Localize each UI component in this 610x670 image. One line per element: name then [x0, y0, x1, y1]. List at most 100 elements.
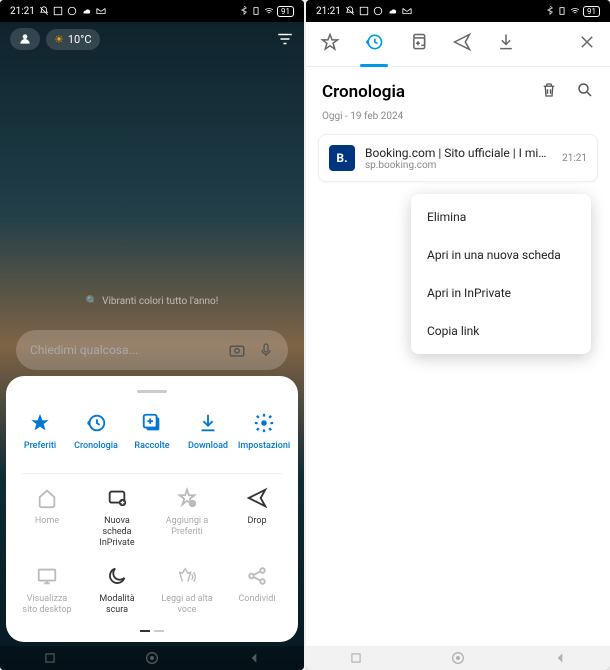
- menu-item-copia[interactable]: Copia link: [411, 312, 591, 350]
- history-url: sp.booking.com: [365, 160, 552, 171]
- inprivate-icon: [106, 487, 128, 509]
- sheet-item-dark[interactable]: Modalità scura: [89, 564, 145, 616]
- history-time: 21:21: [562, 153, 587, 164]
- tab-downloads[interactable]: [496, 32, 516, 56]
- history-icon: [85, 412, 107, 434]
- bell-off-icon: [345, 6, 355, 16]
- share-icon: [246, 565, 268, 587]
- star-icon: [320, 32, 340, 52]
- sheet-handle[interactable]: [137, 390, 167, 393]
- vibrate-icon: [251, 6, 261, 16]
- close-button[interactable]: [578, 33, 596, 55]
- sheet-item-inprivate[interactable]: Nuova scheda InPrivate: [89, 486, 145, 548]
- cloud-icon: [387, 6, 397, 16]
- header: Cronologia: [306, 67, 610, 111]
- star-icon: [29, 412, 51, 434]
- left-screenshot: 21:21 91 ☀ 10°C 🔍Vibranti col: [0, 0, 304, 670]
- trash-icon: [540, 81, 558, 99]
- tab-bar: [306, 22, 610, 67]
- sheet-item-drop[interactable]: Drop: [229, 486, 285, 548]
- sheet-row-3: Visualizza sito desktop Modalità scura L…: [12, 556, 292, 624]
- vibrate-icon: [557, 6, 567, 16]
- filter-icon[interactable]: [276, 30, 294, 48]
- wallpaper-caption: 🔍Vibranti colori tutto l'anno!: [0, 296, 304, 307]
- recents-icon[interactable]: [349, 651, 363, 665]
- status-time: 21:21: [316, 6, 341, 17]
- history-title: Booking.com | Sito ufficiale | I miglior…: [365, 146, 552, 160]
- back-icon[interactable]: [553, 651, 567, 665]
- menu-item-inprivate[interactable]: Apri in InPrivate: [411, 274, 591, 312]
- home-icon: [36, 487, 58, 509]
- right-screenshot: 21:21 91 Cronologia O: [306, 0, 610, 670]
- moon-icon: [106, 565, 128, 587]
- search-button[interactable]: [576, 81, 594, 103]
- home-nav-icon[interactable]: [144, 650, 160, 666]
- collections-icon: [141, 412, 163, 434]
- delete-all-button[interactable]: [540, 81, 558, 103]
- sheet-item-download[interactable]: Download: [180, 411, 236, 461]
- desktop-icon: [36, 565, 58, 587]
- send-icon: [452, 32, 472, 52]
- android-navbar: [306, 646, 610, 670]
- whatsapp-icon: [67, 6, 77, 16]
- page-indicator: [12, 630, 292, 632]
- home-nav-icon[interactable]: [450, 650, 466, 666]
- tab-collections[interactable]: [408, 32, 428, 56]
- sheet-item-read[interactable]: Leggi ad alta voce: [159, 564, 215, 616]
- sheet-item-desktop[interactable]: Visualizza sito desktop: [19, 564, 75, 616]
- context-menu: Elimina Apri in una nuova scheda Apri in…: [411, 194, 591, 354]
- history-icon: [364, 32, 384, 52]
- wifi-icon: [570, 6, 580, 16]
- home-top-bar: ☀ 10°C: [10, 28, 294, 50]
- tab-favorites[interactable]: [320, 32, 340, 56]
- status-bar: 21:21 91: [306, 0, 610, 22]
- download-icon: [197, 412, 219, 434]
- sheet-item-impostazioni[interactable]: Impostazioni: [236, 411, 292, 461]
- weather-icon: ☀: [54, 33, 64, 46]
- bell-off-icon: [39, 6, 49, 16]
- history-item[interactable]: B. Booking.com | Sito ufficiale | I migl…: [318, 134, 598, 182]
- sheet-row-2: Home Nuova scheda InPrivate Aggiungi a P…: [12, 478, 292, 556]
- camera-icon[interactable]: [228, 341, 246, 359]
- bluetooth-icon: [240, 6, 248, 16]
- nfc-icon: [359, 6, 369, 16]
- search-box[interactable]: Chiedimi qualcosa...: [16, 330, 288, 370]
- sheet-item-cronologia[interactable]: Cronologia: [68, 411, 124, 461]
- add-star-icon: [176, 487, 198, 509]
- menu-item-nuova-scheda[interactable]: Apri in una nuova scheda: [411, 236, 591, 274]
- tab-drop[interactable]: [452, 32, 472, 56]
- weather-temp: 10°C: [68, 33, 92, 46]
- sheet-item-raccolte[interactable]: Raccolte: [124, 411, 180, 461]
- collections-icon: [408, 32, 428, 52]
- android-navbar: [0, 646, 304, 670]
- menu-item-elimina[interactable]: Elimina: [411, 198, 591, 236]
- status-bar: 21:21 91: [0, 0, 304, 22]
- cloud-icon: [81, 6, 91, 16]
- settings-icon: [253, 412, 275, 434]
- sheet-item-share[interactable]: Condividi: [229, 564, 285, 616]
- tab-history[interactable]: [364, 32, 384, 56]
- close-icon: [578, 33, 596, 51]
- sheet-item-preferiti[interactable]: Preferiti: [12, 411, 68, 461]
- wifi-icon: [264, 6, 274, 16]
- page-title: Cronologia: [322, 82, 522, 102]
- history-screen: Cronologia Oggi - 19 feb 2024 B. Booking…: [306, 22, 610, 646]
- person-icon: [18, 32, 32, 46]
- back-icon[interactable]: [247, 651, 261, 665]
- sheet-item-addfav[interactable]: Aggiungi a Preferiti: [159, 486, 215, 548]
- sheet-row-1: Preferiti Cronologia Raccolte Download I…: [12, 403, 292, 469]
- mic-icon[interactable]: [258, 341, 274, 359]
- battery-indicator: 91: [277, 6, 294, 17]
- bottom-sheet: Preferiti Cronologia Raccolte Download I…: [6, 376, 298, 642]
- weather-widget[interactable]: ☀ 10°C: [46, 29, 100, 50]
- status-time: 21:21: [10, 6, 35, 17]
- read-aloud-icon: [176, 565, 198, 587]
- profile-button[interactable]: [10, 28, 40, 50]
- download-icon: [496, 32, 516, 52]
- favicon: B.: [329, 145, 355, 171]
- sheet-item-home[interactable]: Home: [19, 486, 75, 548]
- gmail-icon: [401, 6, 413, 16]
- recents-icon[interactable]: [43, 651, 57, 665]
- search-placeholder: Chiedimi qualcosa...: [30, 343, 228, 357]
- gmail-icon: [95, 6, 107, 16]
